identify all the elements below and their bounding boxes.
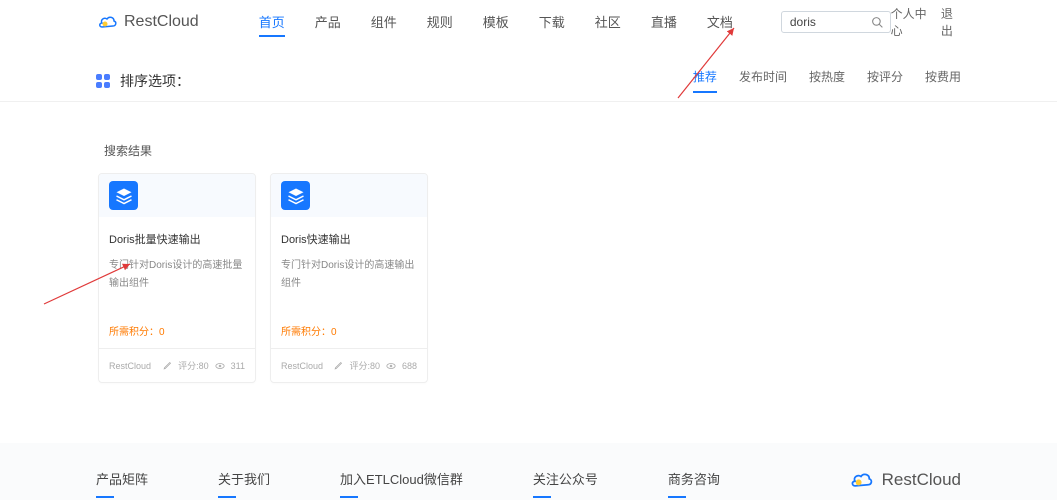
brand-name: RestCloud [124,13,199,31]
sort-tab-time[interactable]: 发布时间 [739,68,787,93]
grid-view-icon[interactable] [96,74,110,88]
card-description: 专门针对Doris设计的高速批量输出组件 [109,257,245,293]
sort-label: 排序选项： [120,71,190,91]
nav-docs[interactable]: 文档 [707,8,733,37]
edit-icon [334,361,343,370]
brand-logo[interactable]: RestCloud [96,13,199,31]
nav-rule[interactable]: 规则 [427,8,453,37]
footer-business[interactable]: 商务咨询 [668,469,720,498]
results-grid: Doris批量快速输出 专门针对Doris设计的高速批量输出组件 所需积分：0 … [0,173,1057,443]
sort-tab-cost[interactable]: 按费用 [925,68,961,93]
card-author: RestCloud [281,361,323,371]
card-points: 所需积分：0 [271,303,427,348]
edit-icon [163,361,172,370]
stack-icon [109,181,138,210]
cloud-icon [848,469,874,491]
card-description: 专门针对Doris设计的高速输出组件 [281,257,417,293]
nav-home[interactable]: 首页 [259,8,285,37]
sort-tab-rating[interactable]: 按评分 [867,68,903,93]
nav-template[interactable]: 模板 [483,8,509,37]
sort-tab-heat[interactable]: 按热度 [809,68,845,93]
eye-icon [215,361,225,371]
search-input[interactable] [790,15,880,29]
footer-wechat[interactable]: 加入ETLCloud微信群 [340,469,463,498]
stack-icon [281,181,310,210]
main-nav: 首页 产品 组件 规则 模板 下载 社区 直播 文档 [259,8,733,37]
nav-component[interactable]: 组件 [371,8,397,37]
search-box[interactable] [781,11,891,33]
user-center-link[interactable]: 个人中心 [891,5,931,39]
footer-about[interactable]: 关于我们 [218,469,270,498]
nav-download[interactable]: 下载 [539,8,565,37]
results-heading: 搜索结果 [0,102,1057,173]
cloud-icon [96,13,118,31]
search-icon[interactable] [871,16,884,29]
card-score: 评分:80 [178,359,209,372]
result-card[interactable]: Doris批量快速输出 专门针对Doris设计的高速批量输出组件 所需积分：0 … [98,173,256,383]
card-views: 311 [231,361,245,371]
sort-tab-recommend[interactable]: 推荐 [693,68,717,93]
card-views: 688 [402,361,417,371]
nav-community[interactable]: 社区 [595,8,621,37]
card-author: RestCloud [109,361,151,371]
result-card[interactable]: Doris快速输出 专门针对Doris设计的高速输出组件 所需积分：0 Rest… [270,173,428,383]
eye-icon [386,361,396,371]
footer-products[interactable]: 产品矩阵 [96,469,148,498]
nav-product[interactable]: 产品 [315,8,341,37]
card-title: Doris批量快速输出 [109,231,245,247]
page-footer: 产品矩阵 关于我们 加入ETLCloud微信群 关注公众号 商务咨询 RestC… [0,443,1057,500]
card-score: 评分:80 [349,359,380,372]
card-points: 所需积分：0 [99,303,255,348]
footer-brand: RestCloud [848,469,961,491]
card-title: Doris快速输出 [281,231,417,247]
sort-tabs: 推荐 发布时间 按热度 按评分 按费用 [693,68,961,93]
logout-link[interactable]: 退出 [941,5,961,39]
nav-live[interactable]: 直播 [651,8,677,37]
footer-official[interactable]: 关注公众号 [533,469,598,498]
